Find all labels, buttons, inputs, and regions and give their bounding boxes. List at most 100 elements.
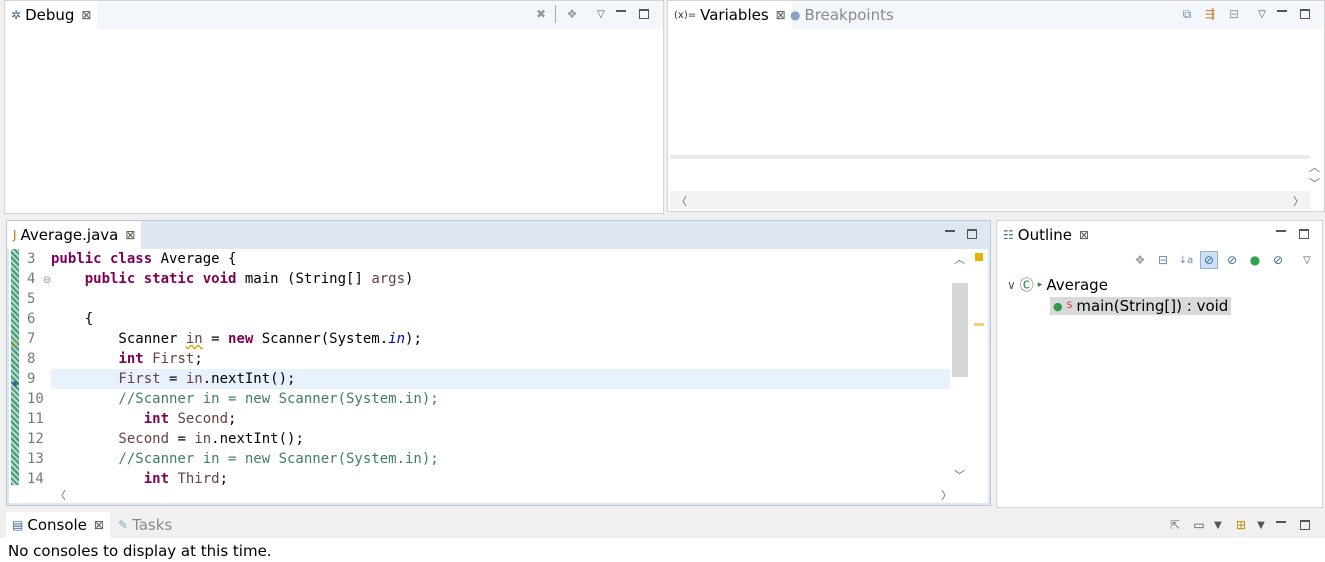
toolbar-separator [555, 5, 556, 23]
code-token: .nextInt(); [211, 431, 304, 447]
code-line[interactable]: int Second; [51, 409, 952, 429]
scroll-down-icon[interactable]: ﹀ [954, 467, 965, 483]
maximize-icon[interactable] [963, 225, 981, 243]
tab-console[interactable]: ▤ Console ⊠ [6, 512, 110, 538]
scroll-up-icon[interactable]: ︿ [1309, 159, 1320, 175]
run-badge-icon: ▸ [1037, 280, 1043, 290]
maximize-icon[interactable] [635, 5, 653, 23]
view-menu-icon[interactable]: ▽ [1253, 5, 1271, 23]
scroll-right-icon[interactable]: 〉 [1293, 193, 1304, 209]
line-number: 12 [27, 431, 44, 447]
maximize-icon[interactable] [1296, 5, 1314, 23]
tab-average-java[interactable]: J Average.java ⊠ [7, 221, 142, 249]
code-line[interactable] [51, 289, 952, 309]
close-icon[interactable]: ⊠ [81, 8, 91, 22]
outline-toolbar: ❖ ⊟ ↓a ⊘ ⊘ ● ⊘ ▽ [997, 251, 1322, 273]
collapse-all-icon[interactable]: ⊟ [1154, 251, 1172, 269]
view-menu-icon[interactable]: ▽ [592, 5, 610, 23]
line-number: 3 [27, 251, 36, 267]
method-icon: ● [1053, 299, 1063, 313]
minimize-icon[interactable] [1273, 5, 1291, 23]
code-token: = [202, 331, 229, 347]
open-console-icon[interactable]: ⊞ [1232, 516, 1250, 534]
display-console-menu-icon[interactable]: ▼ [1209, 516, 1227, 534]
code-line[interactable]: { [51, 309, 952, 329]
close-icon[interactable]: ⊠ [125, 228, 135, 242]
minimize-icon[interactable] [1272, 225, 1290, 243]
open-console-menu-icon[interactable]: ▼ [1252, 516, 1270, 534]
scroll-left-icon[interactable]: 〈 [55, 487, 66, 503]
tab-breakpoints-label: Breakpoints [804, 6, 894, 24]
tab-breakpoints[interactable]: ● Breakpoints [784, 1, 900, 29]
scrollbar-thumb[interactable] [952, 283, 968, 377]
code-line[interactable]: //Scanner in = new Scanner(System.in); [51, 389, 952, 409]
occurrence-marker[interactable] [974, 323, 984, 326]
tab-variables[interactable]: (x)= Variables ⊠ [668, 1, 792, 29]
code-line[interactable]: //Scanner in = new Scanner(System.in); [51, 449, 952, 469]
hide-fields-icon[interactable]: ⊘ [1200, 251, 1218, 269]
pin-console-icon[interactable]: ⇱ [1166, 516, 1184, 534]
scroll-down-icon[interactable]: ﹀ [1309, 175, 1320, 191]
tab-debug[interactable]: ✲ Debug ⊠ [5, 1, 98, 29]
code-line[interactable]: public class Average { [51, 249, 952, 269]
remove-all-terminated-icon[interactable]: ✖ [532, 5, 550, 23]
link-with-editor-icon[interactable]: ❖ [1131, 251, 1149, 269]
code-token: int [118, 351, 153, 367]
tab-variables-label: Variables [700, 6, 769, 24]
code-token: new [228, 331, 262, 347]
annotation-ruler: ⚠ ◆ [9, 249, 21, 485]
variable-detail-pane[interactable] [670, 155, 1310, 191]
warning-marker[interactable] [975, 253, 983, 261]
hide-local-types-icon[interactable]: ⊘ [1269, 251, 1287, 269]
code-token: = [169, 431, 195, 447]
close-icon[interactable]: ⊠ [94, 518, 104, 532]
scroll-left-icon[interactable]: 〈 [676, 193, 687, 209]
minimize-icon[interactable] [941, 225, 959, 243]
code-token: //Scanner in = new Scanner(System.in); [51, 451, 439, 467]
code-editor[interactable]: ⚠ ◆ 3 4 5 6 7 8 9 10 11 12 13 14 ⊖ public class Ave… [9, 249, 988, 503]
expand-icon[interactable]: ∨ [1007, 278, 1016, 292]
show-type-names-icon[interactable]: ⧉ [1178, 5, 1196, 23]
tree-node-class[interactable]: ∨ Ⓒ ▸ Average [1007, 275, 1108, 295]
code-line[interactable]: int First; [51, 349, 952, 369]
tab-tasks[interactable]: ✎ Tasks [112, 512, 178, 538]
line-number: 10 [27, 391, 44, 407]
code-line[interactable]: public static void main (String[] args) [51, 269, 952, 289]
minimize-icon[interactable] [1272, 516, 1290, 534]
scroll-right-icon[interactable]: 〉 [941, 487, 952, 503]
display-console-icon[interactable]: ▭ [1190, 516, 1208, 534]
sort-icon[interactable]: ↓a [1177, 251, 1195, 269]
vertical-scrollbar[interactable]: ︿ ﹀ [950, 249, 968, 485]
console-message: No consoles to display at this time. [8, 542, 272, 560]
code-text[interactable]: public class Average { public static voi… [51, 249, 952, 489]
minimize-icon[interactable] [612, 5, 630, 23]
maximize-icon[interactable] [1295, 225, 1313, 243]
code-token: { [51, 311, 94, 327]
code-token: in [388, 331, 406, 347]
bug-icon: ✲ [11, 8, 22, 22]
tree-node-method[interactable]: ● S main(String[]) : void [1050, 297, 1232, 315]
collapse-icon[interactable]: ❖ [563, 5, 581, 23]
show-logical-structure-icon[interactable]: ⇶ [1201, 5, 1219, 23]
view-menu-icon[interactable]: ▽ [1298, 251, 1316, 269]
hide-static-icon[interactable]: ⊘ [1223, 251, 1241, 269]
line-number: 11 [27, 411, 44, 427]
maximize-icon[interactable] [1296, 516, 1314, 534]
close-icon[interactable]: ⊠ [1079, 228, 1089, 242]
code-token: in [185, 331, 203, 347]
tab-outline[interactable]: ☷ Outline ⊠ [997, 221, 1096, 249]
code-line[interactable]: Second = in.nextInt(); [51, 429, 952, 449]
code-line[interactable]: First = in.nextInt(); [51, 369, 952, 389]
breakpoint-icon[interactable]: ◆ [9, 379, 21, 389]
hide-non-public-icon[interactable]: ● [1246, 251, 1264, 269]
scroll-up-icon[interactable]: ︿ [954, 251, 965, 267]
code-line[interactable]: Scanner in = new Scanner(System.in); [51, 329, 952, 349]
code-token: public static void [84, 271, 245, 287]
line-number: 7 [27, 331, 36, 347]
horizontal-scrollbar[interactable]: 〈 〉 [670, 191, 1310, 209]
outline-tabbar: ☷ Outline ⊠ [997, 221, 1322, 249]
collapse-all-icon[interactable]: ⊟ [1225, 5, 1243, 23]
code-token: = [160, 371, 186, 387]
horizontal-scrollbar[interactable]: 〈 〉 [9, 485, 952, 503]
code-token: Average { [160, 251, 237, 267]
